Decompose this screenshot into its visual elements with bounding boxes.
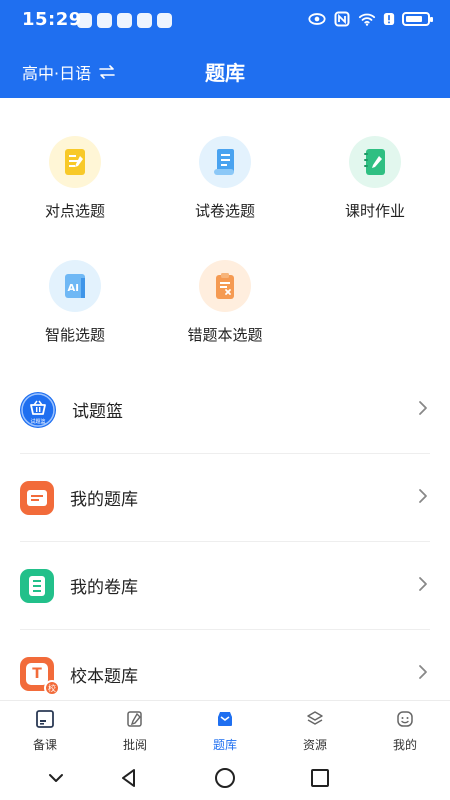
app-header: 15:29 高中·日语 题库: [0, 0, 450, 98]
notification-app-icon: [137, 13, 152, 28]
battery-icon: [402, 12, 433, 26]
chevron-down-icon[interactable]: [44, 766, 68, 790]
wifi-icon: [358, 13, 376, 26]
tab-label: 我的: [392, 738, 417, 752]
pencil-note-icon: [49, 136, 101, 188]
tab-lesson-prep[interactable]: 备课: [0, 701, 90, 756]
list-item-label: 校本题库: [70, 666, 138, 687]
tab-question-bank[interactable]: 题库: [180, 701, 270, 756]
chevron-right-icon: [419, 665, 427, 679]
bottom-tab-bar: 备课 批阅 题库 资源 我的: [0, 700, 450, 756]
chevron-right-icon: [419, 577, 427, 591]
list-item-label: 我的题库: [70, 490, 138, 510]
notification-app-icon: [77, 13, 92, 28]
question-bank-icon: [218, 712, 232, 726]
tile-paper-select[interactable]: 试卷选题: [165, 136, 285, 221]
notification-app-icon: [157, 13, 172, 28]
tab-label: 备课: [32, 738, 57, 752]
tab-label: 资源: [302, 738, 327, 752]
tab-label: 批阅: [122, 738, 147, 752]
svg-text:AI: AI: [68, 283, 79, 294]
list-item-label: 我的卷库: [70, 578, 138, 598]
tab-resources[interactable]: 资源: [270, 701, 360, 756]
basket-icon: 试题篮: [20, 391, 56, 428]
notebook-edit-icon: [349, 136, 401, 188]
back-icon[interactable]: [117, 766, 141, 790]
list-item-question-basket[interactable]: 试题篮 试题篮: [20, 366, 430, 454]
tile-label: 智能选题: [44, 326, 105, 344]
paper-scroll-icon: [199, 136, 251, 188]
status-time: 15:29: [22, 9, 82, 30]
review-edit-icon: [127, 711, 142, 727]
smiley-profile-icon: [397, 711, 413, 727]
school-bank-letter: T: [26, 663, 48, 685]
eye-icon: [308, 13, 326, 25]
tile-point-select[interactable]: 对点选题: [15, 136, 135, 221]
tile-smart-select[interactable]: AI 智能选题: [15, 260, 135, 345]
document-list-icon: [20, 568, 54, 603]
question-source-grid: 对点选题 试卷选题 课时作业 AI 智能选题 错题本选题: [0, 98, 450, 360]
lesson-prep-icon: [36, 710, 54, 728]
tile-label: 试卷选题: [194, 202, 255, 220]
nfc-icon: [334, 11, 350, 27]
school-badge: 校: [44, 680, 60, 696]
notification-app-icon: [117, 13, 132, 28]
ai-icon: AI: [49, 260, 101, 312]
tab-review[interactable]: 批阅: [90, 701, 180, 756]
page-title: 题库: [205, 61, 245, 85]
alert-icon: [383, 13, 395, 25]
list-item-my-question-bank[interactable]: 我的题库: [20, 454, 430, 542]
tile-wrong-book[interactable]: 错题本选题: [165, 260, 285, 345]
status-indicators: [308, 11, 433, 27]
tile-label: 对点选题: [44, 202, 105, 220]
battery-level: [406, 16, 422, 22]
folder-lines-icon: [20, 480, 54, 515]
chevron-right-icon: [419, 401, 427, 415]
basket-icon-caption: 试题篮: [30, 418, 46, 425]
tile-homework[interactable]: 课时作业: [315, 136, 435, 221]
system-nav-bar: [0, 756, 450, 800]
tile-label: 错题本选题: [187, 326, 263, 344]
tab-label: 题库: [212, 738, 237, 752]
notification-icons: [77, 13, 172, 28]
wrong-clipboard-icon: [199, 260, 251, 312]
list-item-my-paper-bank[interactable]: 我的卷库: [20, 542, 430, 630]
status-bar: 15:29: [0, 0, 450, 40]
layers-icon: [307, 711, 323, 725]
home-icon[interactable]: [213, 766, 237, 790]
list-item-label: 试题篮: [72, 402, 123, 422]
question-bank-list: 试题篮 试题篮 我的题库 我的卷库 T 校 校本题库: [0, 366, 450, 718]
notification-app-icon: [97, 13, 112, 28]
tab-profile[interactable]: 我的: [360, 701, 450, 756]
tile-label: 课时作业: [344, 202, 405, 220]
recents-icon[interactable]: [308, 766, 332, 790]
chevron-right-icon: [419, 489, 427, 503]
school-bank-icon: T 校: [20, 657, 60, 696]
